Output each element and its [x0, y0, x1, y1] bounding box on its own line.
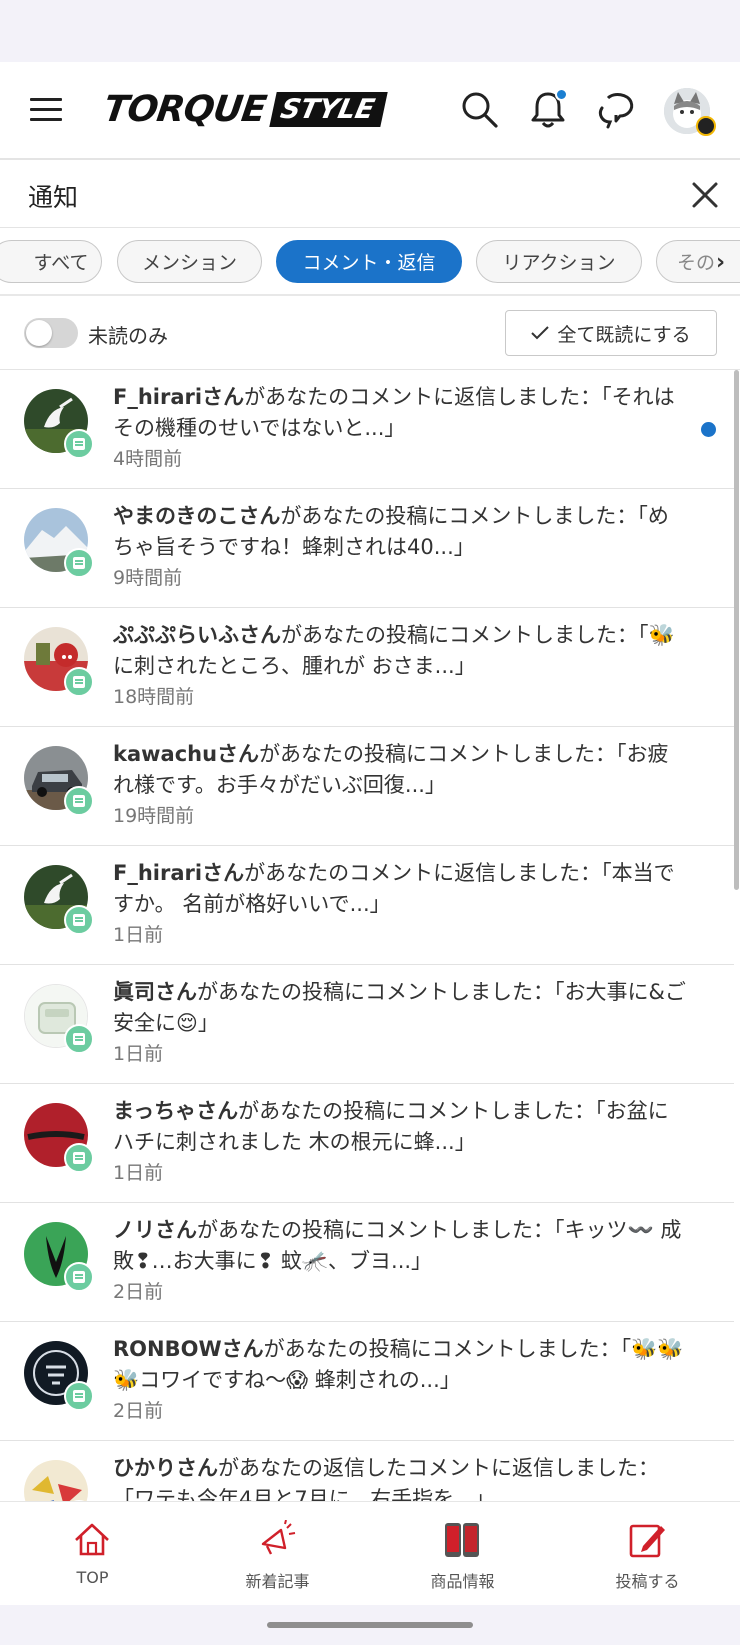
notifications-header: 通知 — [0, 160, 740, 228]
notification-text: 眞司さんがあなたの投稿にコメントしました：「お大事に&ご安全に😌」 1日前 — [113, 977, 688, 1069]
gesture-area — [0, 1605, 740, 1645]
notification-time: 1日前 — [113, 1043, 164, 1065]
torque-style-logo[interactable]: TORQUE STYLE — [101, 88, 389, 130]
notification-text: ひかりさんがあなたの返信したコメントに返信しました：「ワテも今年4月と7月に、右… — [113, 1453, 688, 1501]
tab-all[interactable]: すべて — [0, 240, 102, 283]
notification-time: 1日前 — [113, 924, 164, 946]
tab-reactions[interactable]: リアクション — [476, 240, 642, 283]
notification-item[interactable]: kawachuさんがあなたの投稿にコメントしました：「お疲れ様です。お手々がだい… — [0, 727, 734, 846]
notification-text: F_hirariさんがあなたのコメントに返信しました：「それはその機種のせいでは… — [113, 382, 688, 474]
comment-badge-icon — [64, 1262, 94, 1292]
notification-text: F_hirariさんがあなたのコメントに返信しました：「本当ですか。 名前が格好… — [113, 858, 688, 950]
notification-user[interactable]: 眞司さん — [113, 980, 197, 1004]
edit-post-icon — [627, 1520, 667, 1560]
nav-top-label: TOP — [76, 1568, 109, 1587]
notification-item[interactable]: F_hirariさんがあなたのコメントに返信しました：「それはその機種のせいでは… — [0, 370, 734, 489]
bell-icon[interactable] — [526, 88, 570, 132]
filter-row: 未読のみ 全て既読にする — [0, 296, 740, 370]
notification-tabs: ‹ すべて メンション コメント・返信 リアクション その › — [0, 228, 740, 296]
unread-dot — [701, 422, 716, 437]
notification-dot — [555, 88, 568, 101]
notification-time: 19時間前 — [113, 805, 195, 827]
comment-badge-icon — [64, 548, 94, 578]
mark-all-read-label: 全て既読にする — [557, 323, 691, 346]
notification-time: 2日前 — [113, 1400, 164, 1422]
chat-icon[interactable] — [594, 88, 638, 132]
nav-top[interactable]: TOP — [0, 1502, 185, 1606]
search-icon[interactable] — [458, 88, 502, 132]
mark-all-read-button[interactable]: 全て既読にする — [505, 310, 717, 356]
user-rank-badge — [696, 116, 716, 136]
notification-text: ノリさんがあなたの投稿にコメントしました：「キッツ〰️ 成敗❢…お大事に❢ 蚊🦟… — [113, 1215, 688, 1307]
notification-item[interactable]: 眞司さんがあなたの投稿にコメントしました：「お大事に&ご安全に😌」 1日前 — [0, 965, 734, 1084]
home-gesture-bar[interactable] — [267, 1622, 473, 1628]
avatar[interactable] — [24, 1460, 88, 1501]
notification-item[interactable]: ぷぷぷらいふさんがあなたの投稿にコメントしました：「🐝に刺されたところ、腫れが … — [0, 608, 734, 727]
notification-item[interactable]: やまのきのこさんがあなたの投稿にコメントしました：「めちゃ旨そうですね！蜂刺され… — [0, 489, 734, 608]
notification-item[interactable]: F_hirariさんがあなたのコメントに返信しました：「本当ですか。 名前が格好… — [0, 846, 734, 965]
notification-item[interactable]: RONBOWさんがあなたの投稿にコメントしました：「🐝🐝🐝コワイですね〜😱 蜂刺… — [0, 1322, 734, 1441]
unread-only-toggle[interactable] — [24, 318, 78, 348]
notification-time: 2日前 — [113, 1281, 164, 1303]
logo-sub-text: STYLE — [269, 91, 389, 127]
notification-user[interactable]: F_hirariさん — [113, 385, 244, 409]
comment-badge-icon — [64, 1381, 94, 1411]
notification-user[interactable]: ひかりさん — [113, 1456, 218, 1480]
notification-user[interactable]: やまのきのこさん — [113, 504, 280, 528]
notification-time: 9時間前 — [113, 567, 183, 589]
logo-main-text: TORQUE — [101, 88, 269, 130]
chevron-right-icon[interactable]: › — [716, 250, 725, 275]
nav-new-articles[interactable]: 新着記事 — [185, 1502, 370, 1606]
close-icon[interactable] — [690, 180, 720, 210]
nav-post-label: 投稿する — [615, 1572, 680, 1591]
tab-mentions[interactable]: メンション — [117, 240, 262, 283]
notification-message: があなたの投稿にコメントしました：「キッツ〰️ 成敗❢…お大事に❢ 蚊🦟、ブヨ.… — [113, 1218, 682, 1273]
phone-product-icon — [442, 1520, 482, 1560]
notification-text: RONBOWさんがあなたの投稿にコメントしました：「🐝🐝🐝コワイですね〜😱 蜂刺… — [113, 1334, 688, 1426]
notification-list: F_hirariさんがあなたのコメントに返信しました：「それはその機種のせいでは… — [0, 370, 740, 1501]
notification-item[interactable]: まっちゃさんがあなたの投稿にコメントしました：「お盆にハチに刺されました 木の根… — [0, 1084, 734, 1203]
comment-badge-icon — [64, 1143, 94, 1173]
notification-user[interactable]: ぷぷぷらいふさん — [113, 623, 281, 647]
toggle-knob — [26, 320, 52, 346]
notification-item[interactable]: ひかりさんがあなたの返信したコメントに返信しました：「ワテも今年4月と7月に、右… — [0, 1441, 734, 1501]
check-icon — [531, 326, 550, 340]
page-title: 通知 — [28, 183, 79, 212]
notification-time: 1日前 — [113, 1162, 164, 1184]
tab-comments-replies[interactable]: コメント・返信 — [276, 240, 462, 283]
nav-new-articles-label: 新着記事 — [245, 1572, 310, 1591]
nav-products[interactable]: 商品情報 — [370, 1502, 555, 1606]
nav-products-label: 商品情報 — [430, 1572, 495, 1591]
notification-user[interactable]: まっちゃさん — [113, 1099, 238, 1123]
notification-text: やまのきのこさんがあなたの投稿にコメントしました：「めちゃ旨そうですね！蜂刺され… — [113, 501, 688, 593]
comment-badge-icon — [64, 429, 94, 459]
notification-user[interactable]: ノリさん — [113, 1218, 197, 1242]
comment-badge-icon — [64, 667, 94, 697]
home-icon — [72, 1520, 112, 1560]
notification-text: kawachuさんがあなたの投稿にコメントしました：「お疲れ様です。お手々がだい… — [113, 739, 688, 831]
bottom-navigation: TOP 新着記事 商品情報 投稿する — [0, 1501, 740, 1605]
list-scrollbar[interactable] — [734, 370, 739, 890]
notification-time: 18時間前 — [113, 686, 195, 708]
notification-user[interactable]: kawachuさん — [113, 742, 259, 766]
unread-only-label: 未読のみ — [88, 324, 168, 348]
notification-text: まっちゃさんがあなたの投稿にコメントしました：「お盆にハチに刺されました 木の根… — [113, 1096, 688, 1188]
megaphone-icon — [257, 1519, 297, 1560]
comment-badge-icon — [64, 905, 94, 935]
notification-message: があなたの投稿にコメントしました：「お大事に&ご安全に😌」 — [113, 980, 686, 1035]
notification-text: ぷぷぷらいふさんがあなたの投稿にコメントしました：「🐝に刺されたところ、腫れが … — [113, 620, 688, 712]
notification-time: 4時間前 — [113, 448, 183, 470]
status-bar — [0, 0, 740, 62]
nav-post[interactable]: 投稿する — [555, 1502, 740, 1606]
tab-other[interactable]: その — [656, 240, 740, 283]
comment-badge-icon — [64, 1024, 94, 1054]
comment-badge-icon — [64, 786, 94, 816]
notification-user[interactable]: RONBOWさん — [113, 1337, 264, 1361]
notification-item[interactable]: ノリさんがあなたの投稿にコメントしました：「キッツ〰️ 成敗❢…お大事に❢ 蚊🦟… — [0, 1203, 734, 1322]
notification-user[interactable]: F_hirariさん — [113, 861, 244, 885]
menu-icon[interactable] — [30, 98, 62, 122]
app-header: TORQUE STYLE — [0, 62, 740, 160]
